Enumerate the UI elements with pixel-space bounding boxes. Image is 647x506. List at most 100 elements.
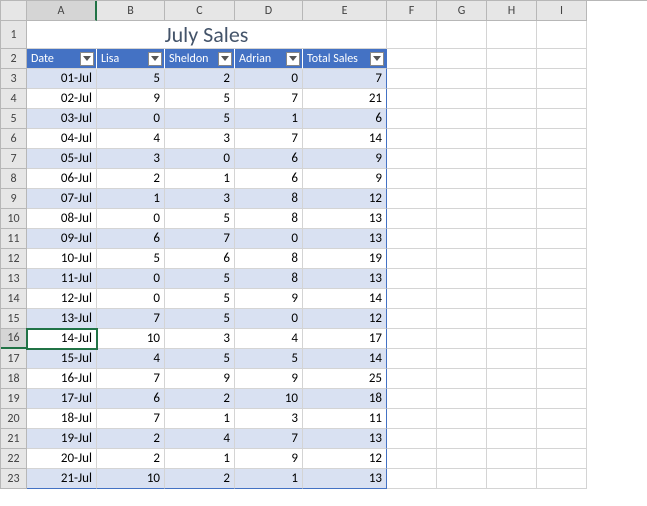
- data-cell[interactable]: 9: [165, 369, 235, 389]
- cell-empty[interactable]: [437, 189, 487, 209]
- data-cell[interactable]: 12: [303, 309, 387, 329]
- cell-empty[interactable]: [387, 169, 437, 189]
- data-cell[interactable]: 7: [303, 69, 387, 89]
- row-head-11[interactable]: 11: [1, 229, 27, 249]
- data-cell[interactable]: 10-Jul: [27, 249, 97, 269]
- row-head-21[interactable]: 21: [1, 429, 27, 449]
- cell-empty[interactable]: [487, 329, 537, 349]
- cell-empty[interactable]: [437, 349, 487, 369]
- data-cell[interactable]: 9: [235, 289, 303, 309]
- data-cell[interactable]: 6: [165, 249, 235, 269]
- data-cell[interactable]: 3: [235, 409, 303, 429]
- cell-empty[interactable]: [487, 389, 537, 409]
- data-cell[interactable]: 5: [165, 89, 235, 109]
- cell-empty[interactable]: [537, 249, 587, 269]
- cell-empty[interactable]: [537, 469, 587, 489]
- row-head-22[interactable]: 22: [1, 449, 27, 469]
- cell-empty[interactable]: [487, 149, 537, 169]
- data-cell[interactable]: 10: [235, 389, 303, 409]
- data-cell[interactable]: 7: [235, 129, 303, 149]
- filter-dropdown-lisa[interactable]: [148, 52, 162, 66]
- row-head-19[interactable]: 19: [1, 389, 27, 409]
- table-header-adrian[interactable]: Adrian: [235, 49, 303, 69]
- data-cell[interactable]: 0: [97, 209, 165, 229]
- cell-empty[interactable]: [537, 309, 587, 329]
- table-header-lisa[interactable]: Lisa: [97, 49, 165, 69]
- cell-empty[interactable]: [537, 389, 587, 409]
- data-cell[interactable]: 1: [97, 189, 165, 209]
- row-head-9[interactable]: 9: [1, 189, 27, 209]
- data-cell[interactable]: 3: [165, 129, 235, 149]
- data-cell[interactable]: 18-Jul: [27, 409, 97, 429]
- data-cell[interactable]: 1: [165, 449, 235, 469]
- data-cell[interactable]: 12: [303, 189, 387, 209]
- data-cell[interactable]: 0: [97, 109, 165, 129]
- data-cell[interactable]: 13: [303, 209, 387, 229]
- data-cell[interactable]: 13: [303, 429, 387, 449]
- data-cell[interactable]: 3: [165, 189, 235, 209]
- col-head-I[interactable]: I: [537, 1, 587, 21]
- data-cell[interactable]: 2: [97, 429, 165, 449]
- cell-empty[interactable]: [487, 209, 537, 229]
- cell-empty[interactable]: [437, 149, 487, 169]
- cell-empty[interactable]: [487, 169, 537, 189]
- row-head-2[interactable]: 2: [1, 49, 27, 69]
- data-cell[interactable]: 16-Jul: [27, 369, 97, 389]
- data-cell[interactable]: 7: [235, 429, 303, 449]
- row-head-5[interactable]: 5: [1, 109, 27, 129]
- data-cell[interactable]: 25: [303, 369, 387, 389]
- cell-empty[interactable]: [537, 349, 587, 369]
- data-cell[interactable]: 13: [303, 229, 387, 249]
- cell-empty[interactable]: [537, 269, 587, 289]
- cell-empty[interactable]: [387, 429, 437, 449]
- data-cell[interactable]: 5: [165, 209, 235, 229]
- data-cell[interactable]: 0: [235, 69, 303, 89]
- cell-empty[interactable]: [487, 369, 537, 389]
- data-cell[interactable]: 19-Jul: [27, 429, 97, 449]
- data-cell[interactable]: 11: [303, 409, 387, 429]
- col-head-E[interactable]: E: [303, 1, 387, 21]
- data-cell[interactable]: 2: [97, 449, 165, 469]
- cell-empty[interactable]: [387, 129, 437, 149]
- filter-dropdown-sheldon[interactable]: [218, 52, 232, 66]
- cell-empty[interactable]: [487, 269, 537, 289]
- data-cell[interactable]: 14: [303, 289, 387, 309]
- data-cell[interactable]: 13: [303, 269, 387, 289]
- cell-empty[interactable]: [437, 449, 487, 469]
- row-head-7[interactable]: 7: [1, 149, 27, 169]
- cell-empty[interactable]: [437, 109, 487, 129]
- data-cell[interactable]: 19: [303, 249, 387, 269]
- data-cell[interactable]: 11-Jul: [27, 269, 97, 289]
- data-cell[interactable]: 8: [235, 209, 303, 229]
- data-cell[interactable]: 0: [235, 309, 303, 329]
- data-cell[interactable]: 2: [97, 169, 165, 189]
- data-cell[interactable]: 1: [235, 109, 303, 129]
- cell-empty[interactable]: [537, 129, 587, 149]
- data-cell[interactable]: 17-Jul: [27, 389, 97, 409]
- cell-empty[interactable]: [537, 169, 587, 189]
- cell-empty[interactable]: [387, 89, 437, 109]
- data-cell[interactable]: 4: [165, 429, 235, 449]
- cell-empty[interactable]: [487, 49, 537, 69]
- data-cell[interactable]: 1: [235, 469, 303, 489]
- table-header-sheldon[interactable]: Sheldon: [165, 49, 235, 69]
- cell-empty[interactable]: [387, 329, 437, 349]
- cell-empty[interactable]: [437, 21, 487, 49]
- cell-empty[interactable]: [437, 249, 487, 269]
- row-head-16[interactable]: 16: [1, 329, 27, 349]
- data-cell[interactable]: 9: [303, 169, 387, 189]
- data-cell[interactable]: 10: [97, 469, 165, 489]
- data-cell[interactable]: 5: [165, 349, 235, 369]
- cell-empty[interactable]: [437, 369, 487, 389]
- col-head-H[interactable]: H: [487, 1, 537, 21]
- cell-empty[interactable]: [487, 409, 537, 429]
- row-head-17[interactable]: 17: [1, 349, 27, 369]
- data-cell[interactable]: 5: [165, 109, 235, 129]
- cell-empty[interactable]: [387, 149, 437, 169]
- cell-empty[interactable]: [387, 249, 437, 269]
- data-cell[interactable]: 13-Jul: [27, 309, 97, 329]
- table-header-date[interactable]: Date: [27, 49, 97, 69]
- cell-empty[interactable]: [487, 129, 537, 149]
- cell-empty[interactable]: [487, 189, 537, 209]
- cell-empty[interactable]: [387, 389, 437, 409]
